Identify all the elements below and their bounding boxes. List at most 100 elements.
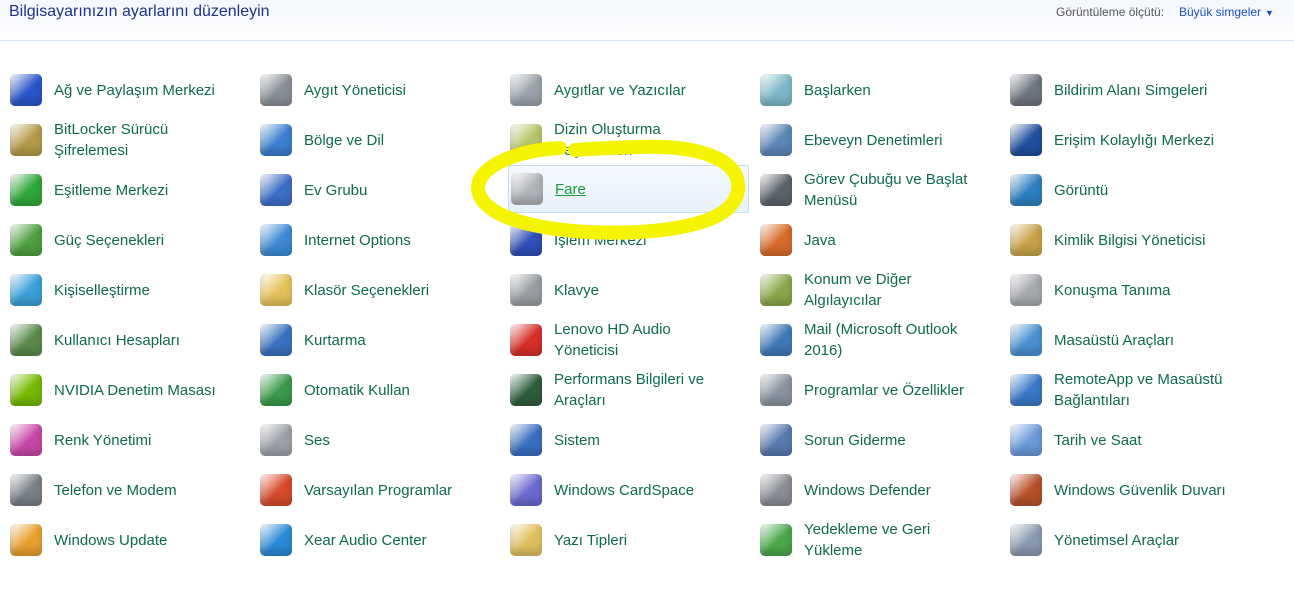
credential-manager-icon	[1010, 224, 1042, 256]
control-panel-item[interactable]: Yazı Tipleri	[510, 515, 760, 565]
view-by-dropdown[interactable]: Büyük simgeler ▼	[1179, 5, 1274, 19]
ease-of-access-icon	[1010, 124, 1042, 156]
control-panel-item[interactable]: Kimlik Bilgisi Yöneticisi	[1010, 215, 1260, 265]
system-icon	[510, 424, 542, 456]
item-label: Aygıtlar ve Yazıcılar	[554, 81, 686, 99]
item-label: Görüntü	[1054, 181, 1109, 199]
control-panel-item[interactable]: Eşitleme Merkezi	[10, 165, 260, 215]
control-panel-item[interactable]: Masaüstü Araçları	[1010, 315, 1260, 365]
control-panel-item[interactable]: Tarih ve Saat	[1010, 415, 1260, 465]
control-panel-item[interactable]: Lenovo HD Audio Yöneticisi	[510, 315, 760, 365]
audio-manager-icon	[510, 324, 542, 356]
control-panel-item[interactable]: Konuşma Tanıma	[1010, 265, 1260, 315]
item-label: Fare	[555, 180, 586, 198]
control-panel-item[interactable]: NVIDIA Denetim Masası	[10, 365, 260, 415]
phone-modem-icon	[10, 474, 42, 506]
item-label: Windows Update	[54, 531, 168, 549]
control-panel-item[interactable]: Klasör Seçenekleri	[260, 265, 510, 315]
globe-clock-icon	[260, 124, 292, 156]
control-panel-item[interactable]: Bildirim Alanı Simgeleri	[1010, 65, 1260, 115]
control-panel-item[interactable]: Konum ve Diğer Algılayıcılar	[760, 265, 1010, 315]
item-label: Görev Çubuğu ve Başlat Menüsü	[804, 171, 968, 209]
item-label: Sistem	[554, 431, 600, 449]
control-panel-item[interactable]: Kullanıcı Hesapları	[10, 315, 260, 365]
control-panel-item[interactable]: Windows Güvenlik Duvarı	[1010, 465, 1260, 515]
control-panel-item[interactable]: Görev Çubuğu ve Başlat Menüsü	[760, 165, 1010, 215]
control-panel-item[interactable]: Görüntü	[1010, 165, 1260, 215]
control-panel-item[interactable]: Varsayılan Programlar	[260, 465, 510, 515]
control-panel-item[interactable]: Ebeveyn Denetimleri	[760, 115, 1010, 165]
remoteapp-icon	[1010, 374, 1042, 406]
control-panel-item[interactable]: Java	[760, 215, 1010, 265]
cardspace-icon	[510, 474, 542, 506]
control-panel-item[interactable]: Windows Defender	[760, 465, 1010, 515]
control-panel-item[interactable]: Mail (Microsoft Outlook 2016)	[760, 315, 1010, 365]
control-panel-item[interactable]: Aygıtlar ve Yazıcılar	[510, 65, 760, 115]
view-by-label: Görüntüleme ölçütü:	[1056, 5, 1165, 19]
item-label: Eşitleme Merkezi	[54, 181, 169, 199]
control-panel-item[interactable]: Ses	[260, 415, 510, 465]
network-icon	[10, 74, 42, 106]
item-label: Klasör Seçenekleri	[304, 281, 430, 299]
firewall-icon	[1010, 474, 1042, 506]
mouse-icon	[511, 173, 543, 205]
control-panel-item[interactable]: Otomatik Kullan	[260, 365, 510, 415]
control-panel-item[interactable]: Başlarken	[760, 65, 1010, 115]
control-panel-item[interactable]: Ev Grubu	[260, 165, 510, 215]
control-panel-item[interactable]: Yedekleme ve Geri Yükleme	[760, 515, 1010, 565]
control-panel-item[interactable]: Windows CardSpace	[510, 465, 760, 515]
item-label: NVIDIA Denetim Masası	[54, 381, 216, 399]
page-title: Bilgisayarınızın ayarlarını düzenleyin	[9, 3, 270, 20]
item-label: Kimlik Bilgisi Yöneticisi	[1054, 231, 1206, 249]
control-panel-item[interactable]: Kurtarma	[260, 315, 510, 365]
speaker-icon	[260, 424, 292, 456]
chevron-down-icon: ▼	[1265, 8, 1274, 18]
control-panel-item[interactable]: Bölge ve Dil	[260, 115, 510, 165]
item-label: Lenovo HD Audio Yöneticisi	[554, 321, 671, 359]
control-panel-item[interactable]: Fare	[508, 165, 749, 213]
control-panel-item[interactable]: RemoteApp ve Masaüstü Bağlantıları	[1010, 365, 1260, 415]
control-panel-item[interactable]: Windows Update	[10, 515, 260, 565]
device-manager-icon	[260, 74, 292, 106]
item-label: Renk Yönetimi	[54, 431, 152, 449]
item-label: Masaüstü Araçları	[1054, 331, 1175, 349]
item-label: Xear Audio Center	[304, 531, 427, 549]
getting-started-icon	[760, 74, 792, 106]
folder-options-icon	[260, 274, 292, 306]
control-panel-item[interactable]: Sorun Giderme	[760, 415, 1010, 465]
display-icon	[1010, 174, 1042, 206]
control-panel-item[interactable]: Yönetimsel Araçlar	[1010, 515, 1260, 565]
control-panel-item[interactable]: Xear Audio Center	[260, 515, 510, 565]
item-label: Başlarken	[804, 81, 871, 99]
item-label: Mail (Microsoft Outlook 2016)	[804, 321, 958, 359]
header: Bilgisayarınızın ayarlarını düzenleyin G…	[0, 0, 1294, 41]
item-label: Konum ve Diğer Algılayıcılar	[804, 271, 912, 309]
control-panel-item[interactable]: Kişiselleştirme	[10, 265, 260, 315]
date-time-icon	[1010, 424, 1042, 456]
defender-icon	[760, 474, 792, 506]
control-panel-item[interactable]: Internet Options	[260, 215, 510, 265]
item-label: Java	[804, 231, 836, 249]
fonts-icon	[510, 524, 542, 556]
performance-icon	[510, 374, 542, 406]
control-panel-item[interactable]: İşlem Merkezi	[510, 215, 760, 265]
sync-icon	[10, 174, 42, 206]
control-panel-item[interactable]: Erişim Kolaylığı Merkezi	[1010, 115, 1260, 165]
item-label: Performans Bilgileri ve Araçları	[554, 371, 705, 409]
control-panel-item[interactable]: Ağ ve Paylaşım Merkezi	[10, 65, 260, 115]
control-panel-item[interactable]: Güç Seçenekleri	[10, 215, 260, 265]
control-panel-item[interactable]: Klavye	[510, 265, 760, 315]
control-panel-item[interactable]: Programlar ve Özellikler	[760, 365, 1010, 415]
item-label: Otomatik Kullan	[304, 381, 410, 399]
control-panel-item[interactable]: Renk Yönetimi	[10, 415, 260, 465]
item-label: Erişim Kolaylığı Merkezi	[1054, 131, 1215, 149]
control-panel-item[interactable]: Sistem	[510, 415, 760, 465]
item-label: Ebeveyn Denetimleri	[804, 131, 943, 149]
control-panel-item[interactable]: Telefon ve Modem	[10, 465, 260, 515]
control-panel-item[interactable]: Performans Bilgileri ve Araçları	[510, 365, 760, 415]
control-panel-item[interactable]: BitLocker Sürücü Şifrelemesi	[10, 115, 260, 165]
control-panel-item[interactable]: Dizin Oluşturma Seçenekleri	[510, 115, 760, 165]
control-panel-item[interactable]: Aygıt Yöneticisi	[260, 65, 510, 115]
item-label: İşlem Merkezi	[554, 231, 647, 249]
action-center-flag-icon	[510, 224, 542, 256]
